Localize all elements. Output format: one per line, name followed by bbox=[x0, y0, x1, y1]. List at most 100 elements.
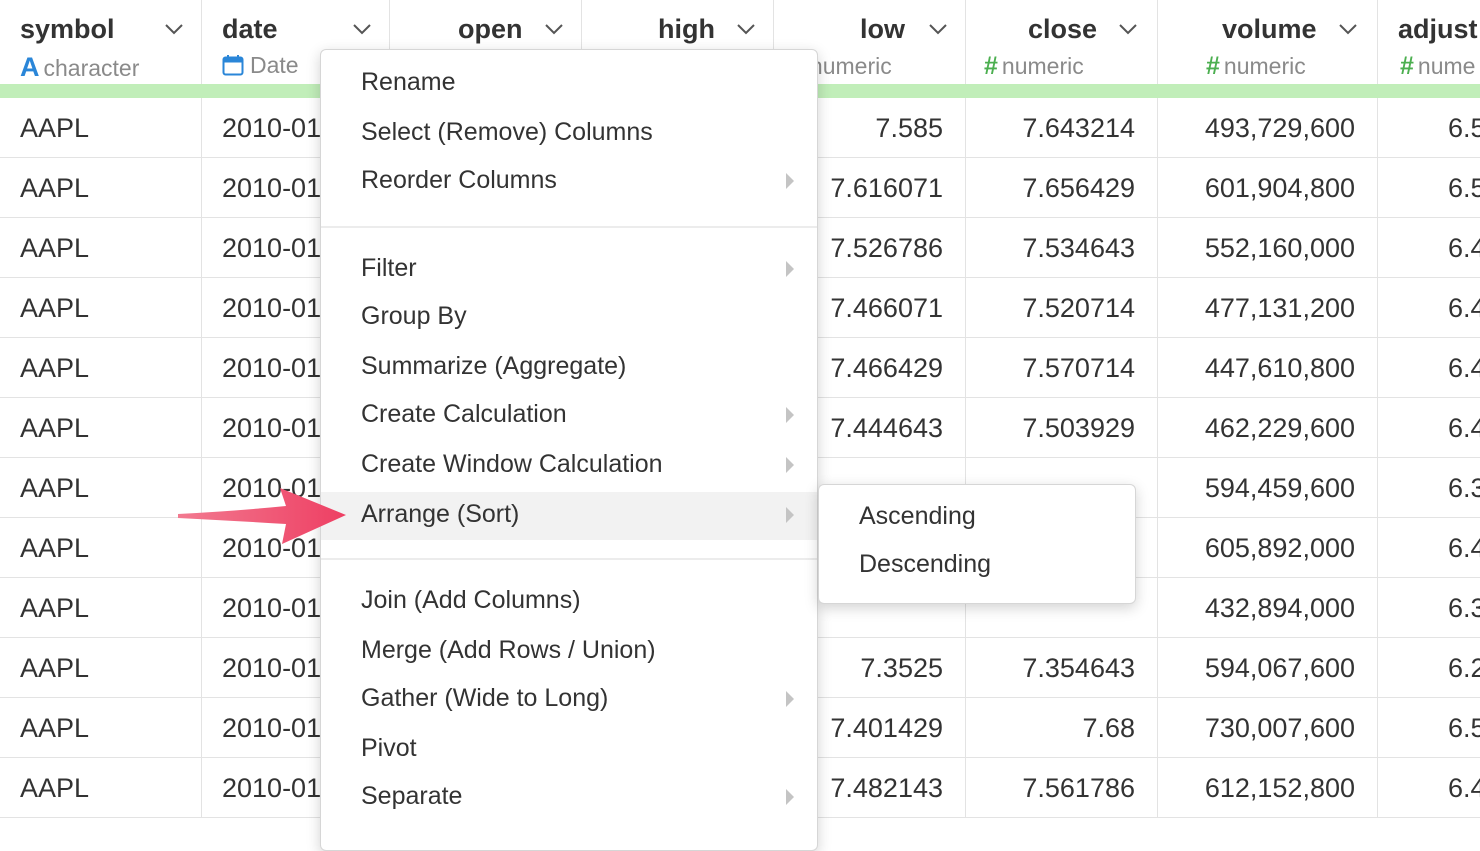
menu-item-pivot[interactable]: Pivot bbox=[321, 726, 817, 774]
character-type-icon: A bbox=[20, 52, 40, 82]
menu-item-label: Pivot bbox=[361, 734, 417, 762]
cell-adjusted: 6.5 bbox=[1448, 113, 1480, 143]
numeric-type-icon: # bbox=[984, 52, 998, 80]
submenu-arrow-icon bbox=[786, 261, 794, 277]
sort-ascending-option[interactable]: Ascending bbox=[819, 494, 1135, 542]
column-header-adjusted[interactable]: adjust # nume bbox=[1378, 0, 1480, 84]
menu-item-label: Rename bbox=[361, 68, 456, 96]
menu-item-select-remove-columns[interactable]: Select (Remove) Columns bbox=[321, 110, 817, 158]
cell-adjusted: 6.53 bbox=[1448, 173, 1480, 203]
submenu-arrow-icon bbox=[786, 691, 794, 707]
column-type: # nume bbox=[1400, 52, 1475, 81]
column-context-menu: Rename Select (Remove) Columns Reorder Col… bbox=[320, 49, 818, 851]
menu-item-join-add-columns[interactable]: Join (Add Columns) bbox=[321, 578, 817, 626]
menu-item-label: Create Calculation bbox=[361, 400, 567, 428]
chevron-down-icon[interactable] bbox=[544, 22, 564, 36]
menu-item-filter[interactable]: Filter bbox=[321, 246, 817, 294]
menu-separator bbox=[321, 558, 817, 560]
menu-item-label: Separate bbox=[361, 782, 463, 810]
column-type: #numeric bbox=[1206, 52, 1306, 81]
cell-adjusted: 6.2 bbox=[1448, 653, 1480, 683]
calendar-icon bbox=[222, 55, 244, 76]
column-type-label: numeric bbox=[1001, 53, 1084, 79]
cell-volume: 730,007,600 bbox=[1158, 698, 1378, 758]
column-type-label: character bbox=[43, 55, 140, 81]
cell-close: 7.570714 bbox=[966, 338, 1158, 398]
chevron-down-icon[interactable] bbox=[1118, 22, 1138, 36]
sort-descending-option[interactable]: Descending bbox=[819, 542, 1135, 590]
column-header-symbol[interactable]: symbol Acharacter bbox=[0, 0, 202, 84]
menu-item-label: Ascending bbox=[859, 502, 976, 530]
cell-volume: 552,160,000 bbox=[1158, 218, 1378, 278]
column-header-close[interactable]: close # numeric bbox=[966, 0, 1158, 84]
cell-volume: 594,459,600 bbox=[1158, 458, 1378, 518]
menu-item-label: Summarize (Aggregate) bbox=[361, 352, 627, 380]
chevron-down-icon[interactable] bbox=[164, 22, 184, 36]
cell-adjusted: 6.55 bbox=[1448, 713, 1480, 743]
cell-close: 7.354643 bbox=[966, 638, 1158, 698]
menu-item-create-calculation[interactable]: Create Calculation bbox=[321, 392, 817, 440]
cell-adjusted: 6.42 bbox=[1448, 293, 1480, 323]
menu-separator bbox=[321, 226, 817, 228]
cell-close: 7.561786 bbox=[966, 758, 1158, 818]
cell-symbol: AAPL bbox=[0, 398, 202, 458]
cell-volume: 605,892,000 bbox=[1158, 518, 1378, 578]
menu-item-summarize-aggregate[interactable]: Summarize (Aggregate) bbox=[321, 344, 817, 392]
column-type-label: Date bbox=[250, 52, 299, 78]
menu-item-label: Gather (Wide to Long) bbox=[361, 684, 609, 712]
menu-item-create-window-calculation[interactable]: Create Window Calculation bbox=[321, 442, 817, 490]
column-type: #numeric bbox=[984, 52, 1084, 81]
menu-item-group-by[interactable]: Group By bbox=[321, 294, 817, 342]
submenu-arrow-icon bbox=[786, 457, 794, 473]
column-header-volume[interactable]: volume # numeric bbox=[1158, 0, 1378, 84]
submenu-arrow-icon bbox=[786, 173, 794, 189]
chevron-down-icon[interactable] bbox=[1338, 22, 1358, 36]
submenu-arrow-icon bbox=[786, 789, 794, 805]
column-type: Acharacter bbox=[20, 52, 139, 83]
cell-adjusted: 6.45 bbox=[1448, 773, 1480, 803]
cell-symbol: AAPL bbox=[0, 458, 202, 518]
menu-item-rename[interactable]: Rename bbox=[321, 60, 817, 108]
submenu-arrow-icon bbox=[786, 507, 794, 523]
menu-item-label: Merge (Add Rows / Union) bbox=[361, 636, 656, 664]
cell-close: 7.503929 bbox=[966, 398, 1158, 458]
chevron-down-icon[interactable] bbox=[352, 22, 372, 36]
menu-item-label: Descending bbox=[859, 550, 992, 578]
column-type: Date bbox=[222, 52, 299, 79]
chevron-down-icon[interactable] bbox=[928, 22, 948, 36]
cell-close: 7.643214 bbox=[966, 98, 1158, 158]
cell-close: 7.656429 bbox=[966, 158, 1158, 218]
cell-adjusted: 6.40 bbox=[1448, 413, 1480, 443]
cell-adjusted: 6.43 bbox=[1448, 233, 1480, 263]
chevron-down-icon[interactable] bbox=[736, 22, 756, 36]
menu-item-merge-add-rows-union[interactable]: Merge (Add Rows / Union) bbox=[321, 628, 817, 676]
cell-symbol: AAPL bbox=[0, 518, 202, 578]
cell-volume: 447,610,800 bbox=[1158, 338, 1378, 398]
submenu-arrow-icon bbox=[786, 407, 794, 423]
cell-volume: 432,894,000 bbox=[1158, 578, 1378, 638]
cell-adjusted: 6.4 bbox=[1448, 533, 1480, 563]
column-type-label: numeric bbox=[809, 53, 892, 79]
menu-item-label: Select (Remove) Columns bbox=[361, 118, 653, 146]
cell-symbol: AAPL bbox=[0, 98, 202, 158]
column-type-label: numeric bbox=[1223, 53, 1306, 79]
cell-adjusted: 6.33 bbox=[1448, 473, 1480, 503]
sort-submenu: Ascending Descending bbox=[818, 484, 1136, 604]
menu-item-label: Group By bbox=[361, 302, 467, 330]
menu-item-label: Join (Add Columns) bbox=[361, 586, 581, 614]
menu-item-separate[interactable]: Separate bbox=[321, 774, 817, 822]
cell-volume: 493,729,600 bbox=[1158, 98, 1378, 158]
numeric-type-icon: # bbox=[1206, 52, 1220, 80]
column-name: low bbox=[860, 14, 905, 44]
menu-item-reorder-columns[interactable]: Reorder Columns bbox=[321, 158, 817, 206]
cell-symbol: AAPL bbox=[0, 758, 202, 818]
cell-volume: 612,152,800 bbox=[1158, 758, 1378, 818]
cell-adjusted: 6.46 bbox=[1448, 353, 1480, 383]
cell-symbol: AAPL bbox=[0, 218, 202, 278]
cell-symbol: AAPL bbox=[0, 338, 202, 398]
menu-item-label: Create Window Calculation bbox=[361, 450, 663, 478]
cell-volume: 601,904,800 bbox=[1158, 158, 1378, 218]
annotation-arrow-icon bbox=[178, 488, 346, 544]
menu-item-gather-wide-to-long[interactable]: Gather (Wide to Long) bbox=[321, 676, 817, 724]
menu-item-arrange-sort[interactable]: Arrange (Sort) bbox=[321, 492, 817, 540]
